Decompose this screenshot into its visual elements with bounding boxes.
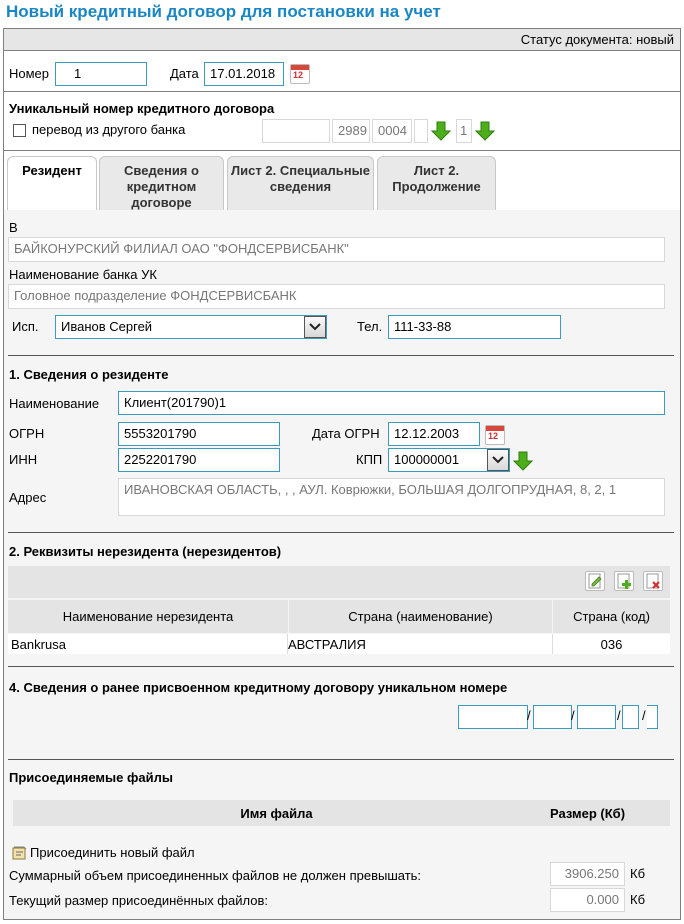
column-header-file-name: Имя файла: [240, 806, 313, 821]
transfer-checkbox[interactable]: [13, 124, 26, 137]
executor-select[interactable]: Иванов Сергей: [55, 315, 327, 339]
uk-bank-field: Головное подразделение ФОНДСЕРВИСБАНК: [8, 284, 665, 309]
files-current-unit: Кб: [630, 892, 646, 907]
ogrn-input[interactable]: 5553201790: [118, 422, 280, 446]
table-cell: 036: [600, 637, 623, 652]
column-header-file-size: Размер (Кб): [549, 806, 626, 821]
tab-special-info[interactable]: Лист 2. Специальные сведения: [227, 156, 374, 211]
table-cell: Bankrusa: [11, 637, 66, 652]
divider: [8, 355, 674, 356]
unique-number-heading: Уникальный номер кредитного договора: [9, 101, 275, 116]
bank-label: В: [9, 220, 18, 235]
status-text: Статус документа: новый: [520, 32, 674, 47]
column-header-name: Наименование нерезидента: [8, 600, 288, 633]
address-label: Адрес: [9, 490, 47, 505]
divider: [8, 532, 674, 533]
edit-icon[interactable]: [585, 571, 605, 591]
separator: /: [571, 708, 575, 723]
files-limit-label: Суммарный объем присоединенных файлов не…: [9, 868, 422, 883]
tab-resident[interactable]: Резидент: [7, 156, 97, 211]
files-limit-unit: Кб: [630, 866, 646, 881]
unique-part-3[interactable]: 0004: [372, 119, 412, 143]
inn-label: ИНН: [9, 452, 38, 467]
number-label: Номер: [9, 66, 50, 81]
name-label: Наименование: [9, 396, 100, 411]
phone-label: Тел.: [357, 319, 383, 334]
green-arrow-down-icon[interactable]: [431, 121, 451, 141]
chevron-down-icon[interactable]: [487, 449, 509, 471]
prior-part-4[interactable]: [622, 705, 639, 729]
ogrn-label: ОГРН: [9, 426, 45, 441]
nonresident-heading: 2. Реквизиты нерезидента (нерезидентов): [9, 544, 282, 559]
add-icon[interactable]: [614, 571, 634, 591]
number-input[interactable]: 1: [55, 62, 147, 86]
divider: [8, 759, 674, 760]
prior-part-1[interactable]: [458, 705, 528, 729]
address-field: ИВАНОВСКАЯ ОБЛАСТЬ, , , АУЛ. Коврюжки, Б…: [118, 478, 665, 516]
kpp-label: КПП: [356, 452, 383, 467]
tab-credit-contract[interactable]: Сведения о кредитном договоре: [99, 156, 224, 211]
tab-continuation[interactable]: Лист 2. Продолжение: [377, 156, 496, 211]
unique-part-2[interactable]: 2989: [332, 119, 370, 143]
unique-part-5[interactable]: 1: [456, 119, 472, 143]
files-limit-value: 3906.250: [550, 862, 625, 886]
separator: /: [642, 708, 646, 723]
delete-icon[interactable]: [643, 571, 663, 591]
unique-part-4[interactable]: [414, 119, 428, 143]
files-heading: Присоединяемые файлы: [9, 770, 173, 785]
files-current-label: Текущий размер присоединённых файлов:: [9, 893, 268, 908]
page-title: Новый кредитный договор для постановки н…: [6, 2, 441, 21]
prior-number-heading: 4. Сведения о ранее присвоенном кредитно…: [9, 680, 508, 695]
divider: [8, 666, 674, 667]
bank-field: БАЙКОНУРСКИЙ ФИЛИАЛ ОАО "ФОНДСЕРВИСБАНК": [8, 237, 665, 262]
separator: /: [617, 708, 621, 723]
ogrn-date-input[interactable]: 12.12.2003: [388, 422, 480, 446]
attach-file-icon[interactable]: [11, 844, 28, 861]
prior-part-2[interactable]: [533, 705, 572, 729]
green-arrow-down-icon[interactable]: [475, 121, 495, 141]
date-label: Дата: [170, 66, 199, 81]
attach-new-file-link[interactable]: Присоединить новый файл: [30, 845, 195, 860]
divider: [4, 91, 680, 92]
calendar-icon[interactable]: 12: [485, 425, 505, 445]
name-input[interactable]: Клиент(201790)1: [118, 391, 665, 415]
prior-part-5[interactable]: [647, 705, 658, 729]
transfer-checkbox-label: перевод из другого банка: [32, 122, 186, 137]
files-current-value: 0.000: [550, 888, 625, 912]
green-arrow-down-icon[interactable]: [513, 451, 533, 471]
chevron-down-icon[interactable]: [304, 316, 326, 338]
phone-input[interactable]: 111-33-88: [388, 315, 561, 339]
resident-heading: 1. Сведения о резиденте: [9, 367, 169, 382]
inn-input[interactable]: 2252201790: [118, 448, 280, 472]
table-toolbar: [8, 566, 670, 598]
table-cell: АВСТРАЛИЯ: [288, 637, 366, 652]
uk-bank-label: Наименование банка УК: [9, 267, 157, 282]
calendar-icon[interactable]: 12: [290, 64, 310, 84]
column-header-code: Страна (код): [553, 600, 670, 633]
column-header-country: Страна (наименование): [289, 600, 552, 633]
separator: /: [527, 708, 531, 723]
status-bar: Статус документа: новый: [4, 29, 680, 51]
executor-label: Исп.: [12, 319, 39, 334]
prior-part-3[interactable]: [577, 705, 616, 729]
date-input[interactable]: 17.01.2018: [204, 62, 284, 86]
unique-part-1[interactable]: [262, 119, 330, 143]
ogrn-date-label: Дата ОГРН: [312, 426, 380, 441]
